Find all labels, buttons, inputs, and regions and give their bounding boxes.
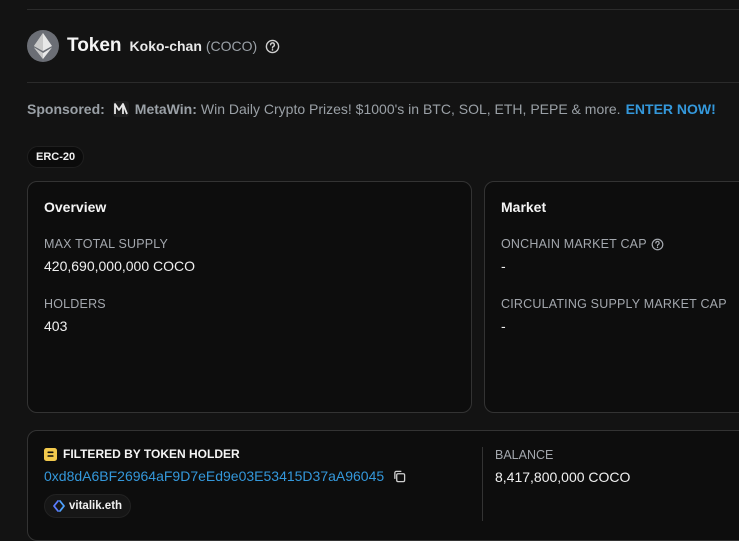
ens-name-pill[interactable]: vitalik.eth bbox=[44, 494, 132, 518]
holder-filter-card: FILTERED BY TOKEN HOLDER 0xd8dA6BF26964a… bbox=[27, 430, 739, 541]
circ-cap-value: - bbox=[501, 318, 506, 334]
sponsor-text: Win Daily Crypto Prizes! $1000's in BTC,… bbox=[200, 101, 621, 117]
holders-value[interactable]: 403 bbox=[44, 318, 67, 334]
metawin-icon bbox=[112, 101, 129, 117]
token-symbol: (COCO) bbox=[205, 38, 258, 54]
token-name: Koko-chan bbox=[129, 38, 202, 54]
help-circle-icon[interactable] bbox=[265, 39, 280, 54]
ens-icon bbox=[53, 500, 65, 512]
market-title: Market bbox=[501, 199, 547, 215]
help-circle-icon[interactable] bbox=[651, 238, 664, 251]
balance-label: BALANCE bbox=[495, 448, 554, 462]
filter-divider bbox=[482, 447, 483, 521]
max-supply-label: MAX TOTAL SUPPLY bbox=[44, 237, 169, 251]
header-divider bbox=[27, 82, 739, 83]
token-standard-badge: ERC-20 bbox=[27, 146, 85, 168]
onchain-cap-label-row: ONCHAIN MARKET CAP bbox=[501, 237, 664, 251]
circ-cap-label: CIRCULATING SUPPLY MARKET CAP bbox=[501, 297, 727, 311]
overview-card: Overview MAX TOTAL SUPPLY 420,690,000,00… bbox=[27, 181, 472, 413]
filter-title: FILTERED BY TOKEN HOLDER bbox=[63, 447, 240, 461]
page-title: Token bbox=[67, 35, 122, 56]
ens-name: vitalik.eth bbox=[69, 500, 123, 512]
balance-value: 8,417,800,000 COCO bbox=[495, 469, 631, 485]
sponsor-brand: MetaWin: bbox=[134, 101, 197, 117]
filter-header: FILTERED BY TOKEN HOLDER bbox=[44, 447, 240, 461]
page-header: Token Koko-chan (COCO) bbox=[27, 30, 280, 62]
market-card: Market ONCHAIN MARKET CAP - CIRCULATING … bbox=[484, 181, 739, 413]
sponsored-banner: Sponsored: MetaWin: Win Daily Crypto Pri… bbox=[27, 100, 716, 118]
onchain-cap-value: - bbox=[501, 258, 506, 274]
holders-label: HOLDERS bbox=[44, 297, 106, 311]
overview-title: Overview bbox=[44, 199, 107, 215]
filter-icon bbox=[44, 447, 57, 461]
sponsored-label: Sponsored: bbox=[27, 101, 105, 117]
top-divider bbox=[27, 9, 739, 10]
ethereum-icon bbox=[27, 30, 59, 62]
holder-address-link[interactable]: 0xd8dA6BF26964aF9D7eEd9e03E53415D37aA960… bbox=[44, 468, 384, 484]
holder-address-row: 0xd8dA6BF26964aF9D7eEd9e03E53415D37aA960… bbox=[44, 468, 406, 484]
onchain-cap-label: ONCHAIN MARKET CAP bbox=[501, 237, 647, 251]
max-supply-value: 420,690,000,000 COCO bbox=[44, 258, 195, 274]
copy-icon[interactable] bbox=[393, 470, 406, 483]
sponsor-cta-link[interactable]: ENTER NOW! bbox=[626, 101, 716, 117]
